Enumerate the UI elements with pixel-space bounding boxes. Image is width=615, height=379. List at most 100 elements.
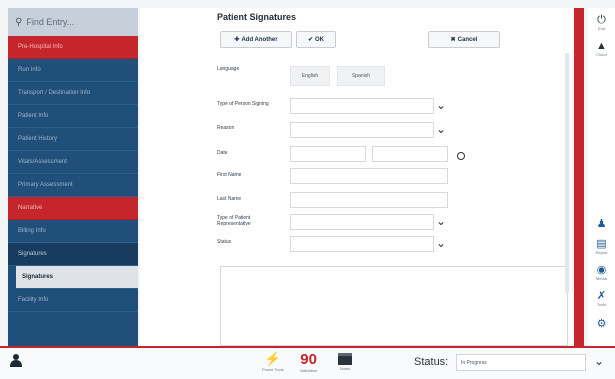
settings-button[interactable]: ⚙ xyxy=(592,318,611,330)
back-icon: ▲ xyxy=(596,40,607,52)
sidebar-subitem-signatures[interactable]: Signatures xyxy=(16,266,138,289)
person-icon: ♟ xyxy=(596,218,607,230)
media-button[interactable]: ◉ Media xyxy=(592,264,611,281)
right-accent-rail xyxy=(574,8,584,346)
sidebar-item-facility-info[interactable]: Facility Info xyxy=(8,289,138,312)
first-name-field[interactable] xyxy=(290,168,448,184)
language-english-button[interactable]: English xyxy=(290,66,330,86)
sidebar-item-transport[interactable]: Transport / Destination Info xyxy=(8,82,138,105)
tools-icon: ✗ xyxy=(596,290,607,302)
sidebar-item-pre-hospital-info[interactable]: Pre-Hospital Info xyxy=(8,36,138,59)
document-icon: ▤ xyxy=(596,238,607,250)
rightbar-label: Report xyxy=(595,250,608,255)
app-window: ⚲ Find Entry... Pre-Hospital Info Run In… xyxy=(0,0,615,379)
rightbar-label: Tools xyxy=(596,302,607,307)
language-spanish-button[interactable]: Spanish xyxy=(337,66,385,86)
status-dropdown[interactable]: In Progress xyxy=(456,354,586,371)
person-icon xyxy=(10,354,22,367)
rightbar-label: Media xyxy=(596,276,607,281)
field-label-reason: Reason xyxy=(217,125,235,131)
tools-button[interactable]: ✗ Tools xyxy=(592,290,611,307)
field-label-last-name: Last Name xyxy=(217,196,242,202)
lightning-icon: ⚡ xyxy=(264,351,281,366)
sidebar-item-billing-info[interactable]: Billing Info xyxy=(8,220,138,243)
bottom-bar: ⚡ Power Tools 90 Validation Notes Status… xyxy=(0,346,615,379)
power-tools-button[interactable]: ⚡ Power Tools xyxy=(262,351,284,373)
field-label-person-signing: Type of Person Signing xyxy=(217,101,269,107)
rightbar-label: Cloud xyxy=(596,52,607,57)
user-button[interactable] xyxy=(10,353,22,372)
clock-icon[interactable] xyxy=(457,152,465,160)
last-name-field[interactable] xyxy=(290,192,448,208)
sidebar-item-label: Signatures xyxy=(18,251,47,257)
sidebar-item-vitals[interactable]: Vitals/Assessment xyxy=(8,151,138,174)
field-label-date: Date xyxy=(217,150,228,156)
language-label: Language xyxy=(217,66,240,72)
sidebar: ⚲ Find Entry... Pre-Hospital Info Run In… xyxy=(8,8,138,346)
chevron-down-icon[interactable]: ⌄ xyxy=(436,236,446,250)
plus-icon: ✚ xyxy=(234,37,240,43)
sidebar-item-narrative[interactable]: Narrative xyxy=(8,197,138,220)
sidebar-item-label: Patient History xyxy=(18,136,58,142)
sidebar-item-label: Narrative xyxy=(18,205,43,211)
patient-rep-select[interactable] xyxy=(290,214,434,230)
camera-icon: ◉ xyxy=(596,264,607,276)
sidebar-item-label: Patient Info xyxy=(18,113,49,119)
validation-count: 90 xyxy=(300,351,317,368)
gear-icon: ⚙ xyxy=(596,318,607,330)
sidebar-item-primary-assessment[interactable]: Primary Assessment xyxy=(8,174,138,197)
close-icon: ✖ xyxy=(450,37,456,43)
power-icon: ⏻ xyxy=(597,14,606,26)
scrollbar[interactable] xyxy=(565,53,569,293)
search-icon: ⚲ xyxy=(15,16,23,28)
signature-area[interactable] xyxy=(220,266,568,346)
add-another-button[interactable]: ✚ Add Another xyxy=(220,31,292,48)
rightbar-label: Exit xyxy=(598,26,605,31)
sidebar-item-run-info[interactable]: Run Info xyxy=(8,59,138,82)
right-toolbar: ⏻ Exit ▲ Cloud ♟ ▤ Report ◉ Media ✗ Tool… xyxy=(588,8,615,346)
button-label: Add Another xyxy=(241,36,278,43)
sidebar-item-label: Billing Info xyxy=(18,228,46,234)
sidebar-item-label: Transport / Destination Info xyxy=(18,90,91,96)
sidebar-item-label: Facility Info xyxy=(18,297,49,303)
time-field[interactable] xyxy=(372,146,448,162)
page-title: Patient Signatures xyxy=(217,12,297,22)
field-label-first-name: First Name xyxy=(217,172,242,178)
reason-select[interactable] xyxy=(290,122,434,138)
person-button[interactable]: ♟ xyxy=(592,218,611,230)
sidebar-item-label: Vitals/Assessment xyxy=(18,159,67,165)
status-select[interactable] xyxy=(290,236,434,252)
chevron-down-icon[interactable]: ⌄ xyxy=(436,122,446,136)
validation-caption: Validation xyxy=(300,368,318,373)
sidebar-item-patient-history[interactable]: Patient History xyxy=(8,128,138,151)
cloud-button[interactable]: ▲ Cloud xyxy=(592,40,611,57)
chevron-down-icon[interactable]: ⌄ xyxy=(594,354,604,368)
search-placeholder: Find Entry... xyxy=(26,17,75,27)
ok-button[interactable]: ✔ OK xyxy=(296,31,336,48)
button-label: OK xyxy=(315,36,325,43)
notes-button[interactable]: Notes xyxy=(338,352,352,371)
report-button[interactable]: ▤ Report xyxy=(592,238,611,255)
notes-caption: Notes xyxy=(339,366,351,371)
field-label-patient-rep: Type of Patient Representative xyxy=(217,215,251,227)
sidebar-item-label: Run Info xyxy=(18,67,41,73)
cancel-button[interactable]: ✖ Cancel xyxy=(428,31,500,48)
field-label-status: Status xyxy=(217,239,232,245)
validation-button[interactable]: 90 Validation xyxy=(300,352,317,373)
status-value: In Progress xyxy=(461,359,487,366)
status-label: Status: xyxy=(414,356,449,368)
power-tools-caption: Power Tools xyxy=(262,367,284,372)
sidebar-item-label: Signatures xyxy=(22,274,54,280)
chevron-down-icon[interactable]: ⌄ xyxy=(436,98,446,112)
person-signing-select[interactable] xyxy=(290,98,434,114)
sidebar-search[interactable]: ⚲ Find Entry... xyxy=(8,8,138,36)
notes-icon xyxy=(338,353,352,365)
sidebar-item-signatures[interactable]: Signatures xyxy=(8,243,138,266)
check-icon: ✔ xyxy=(307,37,314,43)
exit-button[interactable]: ⏻ Exit xyxy=(592,14,611,31)
chevron-down-icon[interactable]: ⌄ xyxy=(436,214,446,228)
sidebar-item-label: Pre-Hospital Info xyxy=(18,44,63,50)
date-field[interactable] xyxy=(290,146,366,162)
sidebar-item-patient-info[interactable]: Patient Info xyxy=(8,105,138,128)
button-label: Cancel xyxy=(457,36,478,43)
